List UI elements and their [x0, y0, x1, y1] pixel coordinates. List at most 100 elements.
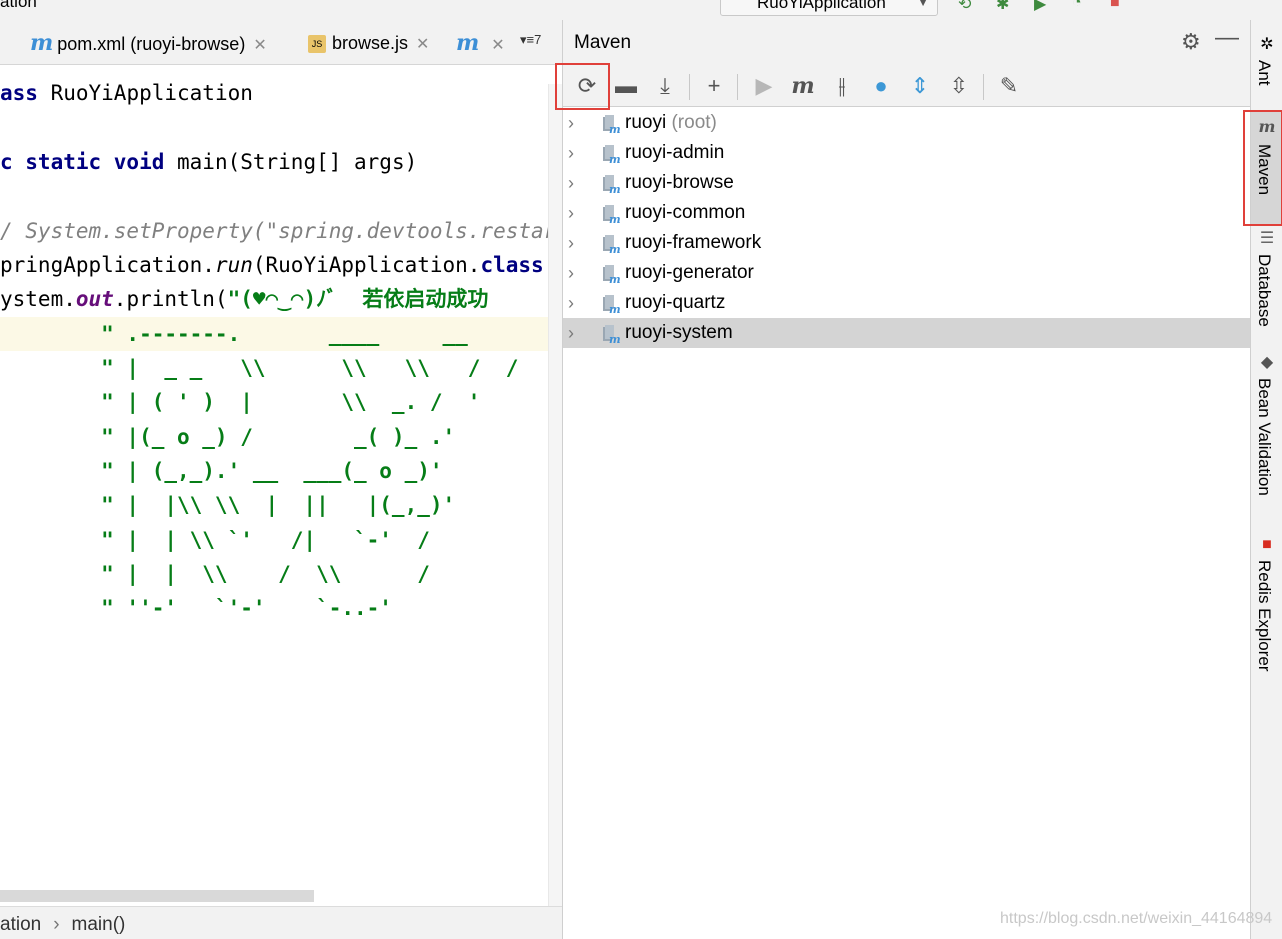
code-line: " |(_ o _) / _( )_ .': [0, 425, 456, 449]
maven-settings-icon[interactable]: ✎: [995, 72, 1023, 100]
code-line: " ''-' `'-' `-..-': [0, 596, 392, 620]
maven-project-ruoyi-browse[interactable]: › m ruoyi-browse: [563, 168, 1251, 198]
svg-text:m: m: [609, 273, 621, 284]
execute-maven-goal-icon[interactable]: m: [789, 72, 817, 100]
maven-module-icon: m: [603, 235, 621, 254]
svg-text:m: m: [609, 183, 621, 194]
collapse-all-icon[interactable]: ⇳: [945, 72, 973, 100]
maven-module-icon: m: [603, 205, 621, 224]
main-toolbar: ation RuoYiApplication ▼ ⟲ ✱ ▶ ◔ ■: [0, 0, 1282, 20]
project-name: ruoyi-quartz: [625, 292, 726, 313]
svg-text:m: m: [609, 153, 621, 164]
run-maven-build-icon[interactable]: ▶: [750, 72, 778, 100]
panel-title: Maven: [574, 32, 632, 53]
maven-module-icon: m: [603, 265, 621, 284]
editor-tabs: m pom.xml (ruoyi-browse) ✕ JS browse.js ✕ m ✕…: [0, 20, 562, 65]
add-maven-project-icon[interactable]: +: [700, 72, 728, 100]
toggle-offline-mode-icon[interactable]: ⫲: [828, 72, 856, 100]
maven-project-ruoyi-quartz[interactable]: › m ruoyi-quartz: [563, 288, 1251, 318]
ant-icon: ✲: [1260, 36, 1274, 53]
breadcrumb-method[interactable]: main(): [72, 914, 126, 935]
code-line: / System.setProperty("spring.devtools.re…: [0, 219, 548, 243]
download-sources-icon[interactable]: ⤓: [651, 72, 679, 100]
show-dependencies-icon[interactable]: ⇕: [906, 72, 934, 100]
project-name: ruoyi-admin: [625, 142, 725, 163]
editor-vertical-scrollbar[interactable]: [548, 84, 562, 910]
project-suffix: (root): [671, 112, 717, 133]
chevron-right-icon[interactable]: ›: [568, 168, 574, 198]
project-name: ruoyi-generator: [625, 262, 754, 283]
svg-text:m: m: [609, 213, 621, 224]
skip-tests-icon[interactable]: ●: [867, 72, 895, 100]
chevron-right-icon[interactable]: ›: [568, 258, 574, 288]
maven-project-ruoyi[interactable]: › m ruoyi (root): [563, 108, 1251, 138]
js-file-icon: JS: [308, 35, 326, 54]
project-label: ruoyi-generator: [625, 258, 754, 288]
project-label: ruoyi (root): [625, 108, 717, 138]
tab-label: pom.xml (ruoyi-browse): [57, 34, 246, 54]
debug-icon[interactable]: ✱: [996, 0, 1018, 13]
coverage-icon[interactable]: ▶: [1034, 0, 1056, 13]
toolbar-divider: [737, 74, 738, 100]
maven-project-ruoyi-common[interactable]: › m ruoyi-common: [563, 198, 1251, 228]
tab-pom-xml[interactable]: m pom.xml (ruoyi-browse) ✕: [30, 20, 267, 64]
code-line: " | (_,_).' __ ___(_ o _)': [0, 459, 443, 483]
tool-database[interactable]: ☰ Database: [1251, 226, 1282, 327]
close-icon[interactable]: ✕: [416, 36, 429, 53]
chevron-right-icon: ›: [53, 914, 60, 935]
code-line: " | | \\ `' /| `-' /: [0, 528, 430, 552]
project-label: ruoyi-browse: [625, 168, 734, 198]
maven-module-icon: m: [603, 145, 621, 164]
maven-tool-window: Maven ⚙ — ⟳ ▬ ⤓ + ▶ m ⫲ ● ⇕ ⇳ ✎ › m ruoyi …: [555, 20, 1251, 939]
project-label: ruoyi-framework: [625, 228, 761, 258]
tool-bean-validation[interactable]: ◆ Bean Validation: [1251, 350, 1282, 510]
tool-ant[interactable]: ✲ Ant: [1251, 30, 1282, 110]
rerun-icon[interactable]: ⟲: [958, 0, 980, 13]
maven-module-icon: m: [603, 295, 621, 314]
redis-icon: ■: [1262, 536, 1272, 553]
chevron-right-icon[interactable]: ›: [568, 288, 574, 318]
project-label: ruoyi-quartz: [625, 288, 725, 318]
maven-icon: m: [30, 30, 54, 56]
close-icon[interactable]: ✕: [253, 37, 266, 54]
code-line: " | |\\ \\ | || |(_,_)': [0, 493, 456, 517]
tool-label: Redis Explorer: [1255, 560, 1274, 672]
tab-maven-file[interactable]: m ✕: [456, 20, 505, 64]
editor-horizontal-scrollbar[interactable]: [0, 890, 314, 902]
code-area[interactable]: ass RuoYiApplication c static void main(…: [0, 64, 548, 904]
code-line: ass RuoYiApplication: [0, 81, 253, 105]
highlight-box: [555, 63, 610, 110]
tool-label: Ant: [1255, 60, 1274, 86]
tab-browse-js[interactable]: JS browse.js ✕: [308, 20, 429, 64]
maven-project-ruoyi-admin[interactable]: › m ruoyi-admin: [563, 138, 1251, 168]
maven-project-ruoyi-framework[interactable]: › m ruoyi-framework: [563, 228, 1251, 258]
run-configuration-selector[interactable]: RuoYiApplication ▼: [720, 0, 938, 16]
maven-toolbar: ⟳ ▬ ⤓ + ▶ m ⫲ ● ⇕ ⇳ ✎: [555, 63, 1251, 110]
toolbar-divider: [983, 74, 984, 100]
maven-header: Maven ⚙ —: [563, 20, 1251, 64]
project-label: ruoyi-common: [625, 198, 745, 228]
minimize-icon[interactable]: —: [1215, 24, 1239, 52]
code-line: " | _ _ \\ \\ \\ / /: [0, 356, 519, 380]
right-tool-strip: ✲ Ant m Maven ☰ Database ◆ Bean Validati…: [1243, 20, 1282, 939]
maven-project-ruoyi-generator[interactable]: › m ruoyi-generator: [563, 258, 1251, 288]
close-icon[interactable]: ✕: [491, 37, 504, 54]
stop-icon[interactable]: ■: [1110, 0, 1132, 12]
tool-label: Bean Validation: [1255, 378, 1274, 496]
profile-icon[interactable]: ◔: [1072, 0, 1094, 12]
chevron-down-icon: ▼: [917, 0, 929, 9]
tool-redis-explorer[interactable]: ■ Redis Explorer: [1251, 532, 1282, 682]
chevron-right-icon[interactable]: ›: [568, 228, 574, 258]
project-name: ruoyi-common: [625, 202, 746, 223]
project-name: ruoyi-system: [625, 322, 733, 343]
chevron-right-icon[interactable]: ›: [568, 198, 574, 228]
tab-overflow-menu[interactable]: ▾≡7: [520, 32, 541, 48]
maven-project-ruoyi-system[interactable]: › m ruoyi-system: [563, 318, 1251, 348]
breadcrumb-class[interactable]: ation: [0, 914, 41, 935]
chevron-right-icon[interactable]: ›: [568, 108, 574, 138]
generate-sources-icon[interactable]: ▬: [612, 72, 640, 100]
chevron-right-icon[interactable]: ›: [568, 138, 574, 168]
gear-icon[interactable]: ⚙: [1181, 29, 1201, 55]
chevron-right-icon[interactable]: ›: [568, 318, 574, 348]
tool-label: Database: [1255, 254, 1274, 327]
